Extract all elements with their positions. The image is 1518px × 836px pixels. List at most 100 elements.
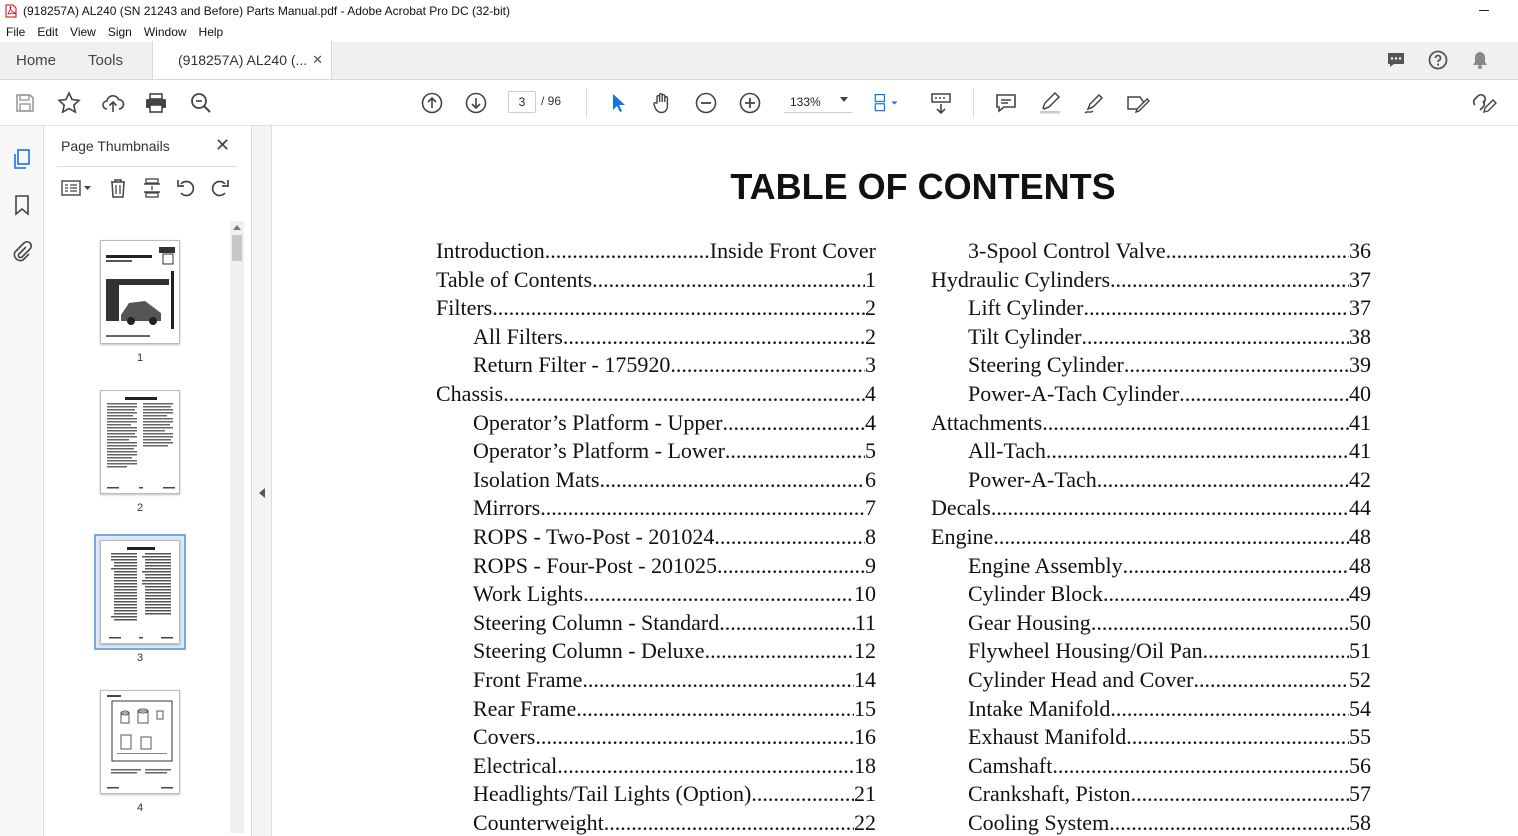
menu-file[interactable]: File — [6, 25, 25, 39]
page-display-icon[interactable] — [873, 90, 899, 116]
bookmarks-icon[interactable] — [11, 194, 33, 216]
draw-freehand-icon[interactable] — [1081, 90, 1107, 116]
menu-edit[interactable]: Edit — [37, 25, 58, 39]
thumbnails-scrollbar[interactable] — [230, 221, 244, 833]
toc-entry[interactable]: Front Frame 14 — [436, 667, 876, 696]
toc-entry[interactable]: Steering Column - Deluxe 12 — [436, 638, 876, 667]
toc-entry[interactable]: Table of Contents 1 — [436, 267, 876, 296]
zoom-out-icon[interactable] — [693, 90, 719, 116]
close-panel-icon[interactable]: ✕ — [215, 135, 230, 156]
rotate-counterclockwise-icon[interactable] — [175, 177, 197, 204]
toc-entry[interactable]: Isolation Mats 6 — [436, 467, 876, 496]
toc-entry[interactable]: Headlights/Tail Lights (Option) 21 — [436, 781, 876, 810]
toc-entry[interactable]: ROPS - Two-Post - 201024 8 — [436, 524, 876, 553]
fill-sign-icon[interactable] — [1125, 90, 1151, 116]
document-view[interactable]: TABLE OF CONTENTS Introduction Inside Fro… — [273, 126, 1518, 836]
previous-page-icon[interactable] — [419, 90, 445, 116]
attachments-paperclip-icon[interactable] — [11, 240, 33, 262]
next-page-icon[interactable] — [463, 90, 489, 116]
window-title: (918257A) AL240 (SN 21243 and Before) Pa… — [23, 4, 510, 18]
print-icon[interactable] — [143, 90, 169, 116]
zoom-level-select[interactable]: 133% — [784, 91, 852, 113]
toc-entry[interactable]: Exhaust Manifold 55 — [931, 724, 1371, 753]
help-icon[interactable] — [1428, 50, 1448, 75]
menu-view[interactable]: View — [70, 25, 96, 39]
extract-pages-icon[interactable] — [141, 177, 163, 204]
toc-entry[interactable]: Cylinder Block 49 — [931, 581, 1371, 610]
bookmark-star-icon[interactable] — [56, 90, 82, 116]
toc-entry[interactable]: Engine Assembly 48 — [931, 553, 1371, 582]
toc-entry[interactable]: Return Filter - 175920 3 — [436, 352, 876, 381]
tab-home[interactable]: Home — [0, 41, 72, 79]
toc-entry[interactable]: Engine 48 — [931, 524, 1371, 553]
hand-tool-icon[interactable] — [649, 90, 675, 116]
save-icon[interactable] — [12, 90, 38, 116]
toc-entry[interactable]: Hydraulic Cylinders 37 — [931, 267, 1371, 296]
rotate-clockwise-icon[interactable] — [209, 177, 231, 204]
main-toolbar: 3 / 96 133% — [0, 80, 1518, 126]
toc-entry[interactable]: Filters 2 — [436, 295, 876, 324]
thumbnail-options-icon[interactable] — [61, 178, 93, 203]
select-cursor-icon[interactable] — [605, 90, 631, 116]
toc-entry[interactable]: Operator’s Platform - Lower 5 — [436, 438, 876, 467]
comment-bubble-icon[interactable] — [1386, 50, 1406, 75]
minimize-button[interactable] — [1472, 0, 1496, 22]
delete-trash-icon[interactable] — [107, 177, 129, 204]
toc-entry[interactable]: Cylinder Head and Cover 52 — [931, 667, 1371, 696]
toc-leader-dots — [503, 381, 865, 407]
toc-entry[interactable]: All-Tach 41 — [931, 438, 1371, 467]
toc-entry[interactable]: Power-A-Tach Cylinder 40 — [931, 381, 1371, 410]
toc-entry[interactable]: Steering Cylinder 39 — [931, 352, 1371, 381]
highlight-pen-icon[interactable] — [1037, 90, 1063, 116]
toc-entry-page: 6 — [865, 466, 876, 492]
upload-cloud-icon[interactable] — [100, 90, 126, 116]
share-link-icon[interactable] — [1471, 90, 1497, 116]
scrollbar-thumb[interactable] — [232, 235, 242, 261]
menu-help[interactable]: Help — [199, 25, 224, 39]
scroll-mode-icon[interactable] — [928, 90, 954, 116]
thumbnail-page-4[interactable] — [100, 690, 180, 794]
page-thumbnails-icon[interactable] — [11, 148, 33, 170]
thumbnail-page-2[interactable] — [100, 390, 180, 494]
toc-entry[interactable]: Mirrors 7 — [436, 495, 876, 524]
toc-entry[interactable]: Rear Frame 15 — [436, 696, 876, 725]
toc-entry[interactable]: 3-Spool Control Valve 36 — [931, 238, 1371, 267]
thumbnail-page-3[interactable] — [100, 540, 180, 644]
toc-entry[interactable]: Electrical 18 — [436, 753, 876, 782]
zoom-search-icon[interactable] — [188, 90, 214, 116]
toc-entry[interactable]: All Filters 2 — [436, 324, 876, 353]
toc-entry[interactable]: Intake Manifold 54 — [931, 696, 1371, 725]
toc-entry[interactable]: Tilt Cylinder 38 — [931, 324, 1371, 353]
add-comment-icon[interactable] — [993, 90, 1019, 116]
toc-entry[interactable]: Work Lights 10 — [436, 581, 876, 610]
zoom-in-icon[interactable] — [737, 90, 763, 116]
toc-entry[interactable]: ROPS - Four-Post - 201025 9 — [436, 553, 876, 582]
toc-entry[interactable]: Attachments 41 — [931, 410, 1371, 439]
toc-entry[interactable]: Counterweight 22 — [436, 810, 876, 836]
toc-entry[interactable]: Camshaft 56 — [931, 753, 1371, 782]
toc-entry[interactable]: Cooling System 58 — [931, 810, 1371, 836]
toc-entry[interactable]: Introduction Inside Front Cover — [436, 238, 876, 267]
tab-tools[interactable]: Tools — [72, 41, 152, 79]
toc-entry[interactable]: Power-A-Tach 42 — [931, 467, 1371, 496]
toc-entry[interactable]: Flywheel Housing/Oil Pan 51 — [931, 638, 1371, 667]
menu-window[interactable]: Window — [144, 25, 187, 39]
toc-entry[interactable]: Chassis 4 — [436, 381, 876, 410]
toc-entry[interactable]: Lift Cylinder 37 — [931, 295, 1371, 324]
thumbnail-page-1[interactable] — [100, 240, 180, 344]
menu-sign[interactable]: Sign — [108, 25, 132, 39]
toc-leader-dots — [722, 410, 865, 436]
toc-entry[interactable]: Crankshaft, Piston 57 — [931, 781, 1371, 810]
scroll-up-icon[interactable] — [233, 225, 241, 230]
tab-document[interactable]: (918257A) AL240 (... ✕ — [152, 41, 332, 79]
toc-entry[interactable]: Steering Column - Standard 11 — [436, 610, 876, 639]
toc-entry[interactable]: Covers 16 — [436, 724, 876, 753]
toc-entry[interactable]: Gear Housing 50 — [931, 610, 1371, 639]
notification-bell-icon[interactable] — [1470, 50, 1490, 75]
panel-splitter[interactable] — [252, 126, 272, 836]
page-number-input[interactable]: 3 — [508, 91, 536, 113]
collapse-panel-icon[interactable] — [259, 488, 265, 498]
close-tab-icon[interactable]: ✕ — [312, 52, 323, 68]
toc-entry[interactable]: Decals 44 — [931, 495, 1371, 524]
toc-entry[interactable]: Operator’s Platform - Upper 4 — [436, 410, 876, 439]
